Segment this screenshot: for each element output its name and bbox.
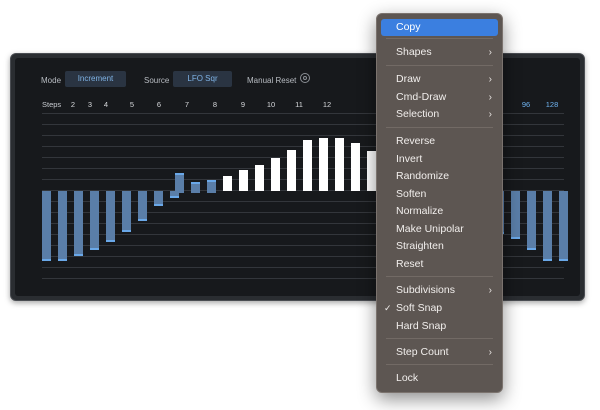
menu-item-copy[interactable]: Copy	[381, 19, 498, 36]
menu-item-label: Selection	[396, 108, 440, 120]
menu-item-soften[interactable]: Soften	[381, 186, 498, 203]
step-bar[interactable]	[303, 140, 312, 191]
menu-item-reset[interactable]: Reset	[381, 256, 498, 273]
menu-separator	[386, 364, 493, 365]
menu-item-cmd-draw[interactable]: Cmd-Draw ›	[381, 89, 498, 106]
step-count-option[interactable]: 10	[267, 100, 275, 109]
context-menu: Copy Shapes › Draw › Cmd-Draw › Selection › Rever…	[376, 13, 503, 393]
step-bar[interactable]	[122, 191, 131, 232]
step-bar[interactable]	[511, 191, 520, 239]
menu-item-label: Reverse	[396, 135, 436, 147]
menu-item-normalize[interactable]: Normalize	[381, 203, 498, 220]
source-select[interactable]: LFO Sqr	[173, 71, 232, 87]
menu-separator	[386, 276, 493, 277]
menu-separator	[386, 338, 493, 339]
menu-item-label: Subdivisions	[396, 284, 455, 296]
step-bar[interactable]	[367, 150, 376, 191]
menu-item-label: Hard Snap	[396, 320, 447, 332]
menu-item-step-count[interactable]: Step Count ›	[381, 344, 498, 361]
step-count-option[interactable]: 9	[241, 100, 245, 109]
menu-separator	[386, 127, 493, 128]
step-bar[interactable]	[207, 179, 216, 193]
step-bar[interactable]	[335, 137, 344, 191]
menu-item-selection[interactable]: Selection ›	[381, 106, 498, 123]
chevron-right-icon: ›	[488, 74, 492, 85]
menu-item-invert[interactable]: Invert	[381, 151, 498, 168]
step-bar[interactable]	[255, 165, 264, 191]
menu-item-hard-snap[interactable]: Hard Snap	[381, 318, 498, 335]
menu-item-label: Soften	[396, 188, 427, 200]
step-bar[interactable]	[543, 191, 552, 262]
menu-item-randomize[interactable]: Randomize	[381, 168, 498, 185]
menu-separator	[386, 38, 493, 39]
step-bar[interactable]	[175, 172, 184, 193]
step-bar[interactable]	[287, 149, 296, 191]
menu-item-draw[interactable]: Draw ›	[381, 71, 498, 88]
menu-item-label: Draw	[396, 73, 421, 85]
mode-label: Mode	[41, 76, 62, 85]
menu-item-label: Normalize	[396, 205, 444, 217]
mode-select[interactable]: Increment	[65, 71, 126, 87]
menu-separator	[386, 65, 493, 66]
menu-item-reverse[interactable]: Reverse	[381, 133, 498, 150]
chevron-right-icon: ›	[488, 109, 492, 120]
step-bar[interactable]	[191, 181, 200, 193]
step-bar[interactable]	[42, 191, 51, 262]
menu-item-lock[interactable]: Lock	[381, 370, 498, 387]
step-count-option[interactable]: 128	[546, 100, 559, 109]
chevron-right-icon: ›	[488, 47, 492, 58]
step-count-option[interactable]: 7	[185, 100, 189, 109]
step-bar[interactable]	[527, 191, 536, 251]
manual-reset-label: Manual Reset	[247, 76, 297, 85]
manual-reset-button[interactable]	[300, 73, 310, 83]
menu-item-label: Soft Snap	[396, 302, 443, 314]
menu-item-shapes[interactable]: Shapes ›	[381, 44, 498, 61]
menu-item-label: Straighten	[396, 240, 444, 252]
step-count-option[interactable]: 11	[295, 100, 303, 109]
step-bar[interactable]	[271, 157, 280, 191]
menu-item-label: Reset	[396, 258, 424, 270]
step-bar[interactable]	[559, 191, 568, 262]
step-bar[interactable]	[154, 191, 163, 206]
menu-item-soft-snap[interactable]: Soft Snap ✓	[381, 300, 498, 317]
source-label: Source	[144, 76, 170, 85]
step-bar[interactable]	[239, 169, 248, 191]
menu-item-label: Step Count	[396, 346, 449, 358]
step-bar[interactable]	[106, 191, 115, 242]
chevron-right-icon: ›	[488, 285, 492, 296]
step-bar[interactable]	[351, 143, 360, 191]
step-bar[interactable]	[319, 137, 328, 191]
steps-label: Steps	[42, 100, 62, 109]
chevron-right-icon: ›	[488, 92, 492, 103]
step-count-option[interactable]: 4	[104, 100, 108, 109]
checkmark-icon: ✓	[384, 303, 392, 313]
step-count-option[interactable]: 8	[213, 100, 217, 109]
step-count-option[interactable]: 5	[130, 100, 134, 109]
step-count-option[interactable]: 96	[522, 100, 530, 109]
menu-item-make-unipolar[interactable]: Make Unipolar	[381, 221, 498, 238]
step-bar[interactable]	[58, 191, 67, 262]
menu-item-label: Shapes	[396, 46, 432, 58]
menu-item-label: Randomize	[396, 170, 450, 182]
menu-item-label: Make Unipolar	[396, 223, 464, 235]
step-count-option[interactable]: 2	[71, 100, 75, 109]
chevron-right-icon: ›	[488, 347, 492, 358]
menu-item-label: Copy	[396, 21, 421, 33]
step-bar[interactable]	[74, 191, 83, 256]
step-count-option[interactable]: 6	[157, 100, 161, 109]
step-bar[interactable]	[223, 176, 232, 191]
step-bar[interactable]	[138, 191, 147, 221]
menu-item-label: Lock	[396, 372, 419, 384]
step-bar[interactable]	[90, 191, 99, 251]
menu-item-subdivisions[interactable]: Subdivisions ›	[381, 282, 498, 299]
menu-item-label: Cmd-Draw	[396, 91, 447, 103]
menu-item-label: Invert	[396, 153, 423, 165]
menu-item-straighten[interactable]: Straighten	[381, 238, 498, 255]
step-count-option[interactable]: 12	[323, 100, 331, 109]
step-count-option[interactable]: 3	[88, 100, 92, 109]
